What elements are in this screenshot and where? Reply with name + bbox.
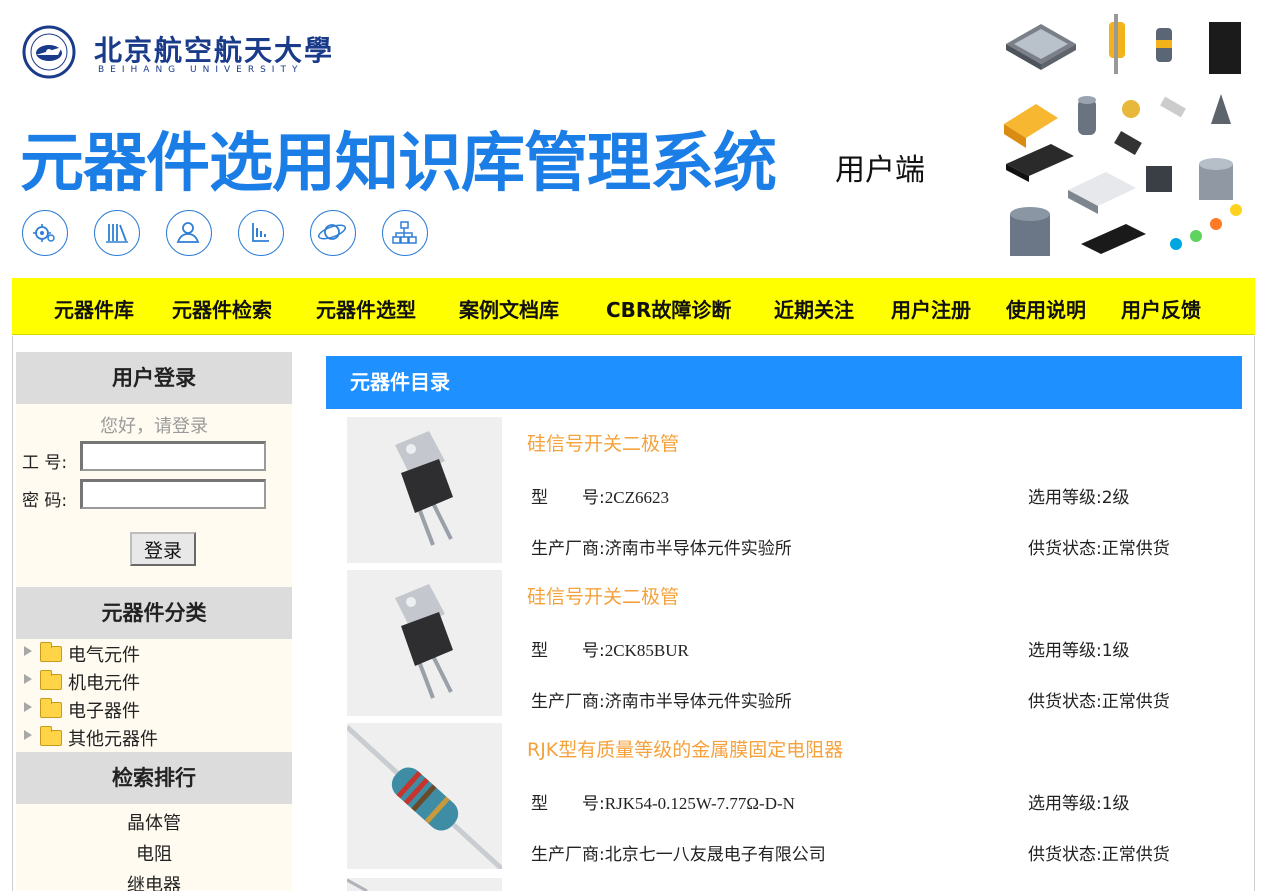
maker-value: 济南市半导体元件实验所: [604, 539, 792, 559]
ranking-item-resistor[interactable]: 电阻: [16, 839, 292, 870]
component-title[interactable]: RJK型有质量等级的金属膜固定电阻器: [527, 735, 843, 762]
component-title[interactable]: 硅信号开关二极管: [527, 429, 679, 456]
grade-value: 1级: [1101, 794, 1130, 814]
electronic-components-illustration: [1004, 14, 1242, 256]
logo-english-name: BEIHANG UNIVERSITY: [98, 65, 304, 75]
expand-arrow-icon[interactable]: [24, 702, 32, 712]
client-subtitle: 用户端: [835, 153, 925, 188]
component-image-to220-diode[interactable]: [347, 417, 502, 563]
logo-chinese-name: 北京航空航天大學: [94, 34, 335, 67]
model-value: 2CZ6623: [604, 488, 669, 507]
maker-label: 生产厂商:: [531, 539, 605, 559]
search-ranking-list: 晶体管 电阻 继电器: [16, 808, 292, 891]
ranking-item-transistor[interactable]: 晶体管: [16, 808, 292, 839]
nav-user-feedback[interactable]: 用户反馈: [1121, 294, 1201, 323]
supply-value: 正常供货: [1101, 845, 1170, 865]
tree-item-other[interactable]: 其他元器件: [22, 724, 282, 752]
employee-id-label: 工 号:: [22, 453, 68, 473]
catalog-heading: 元器件目录: [326, 356, 1242, 409]
maker-label: 生产厂商:: [531, 692, 605, 712]
component-image-to220-diode[interactable]: [347, 570, 502, 716]
component-card: 硅信号开关二极管 型 号:2CK85BUR 选用等级:1级 生产厂商:济南市半导…: [347, 570, 1242, 716]
category-tree: 电气元件 机电元件 电子器件 其他元器件: [22, 640, 282, 752]
component-image-partial[interactable]: [347, 878, 502, 891]
expand-arrow-icon[interactable]: [24, 730, 32, 740]
login-section-title: 用户登录: [16, 352, 292, 404]
login-greeting: 您好，请登录: [100, 416, 208, 437]
header-icon-row: [22, 210, 442, 262]
tree-item-electronic[interactable]: 电子器件: [22, 696, 282, 724]
expand-arrow-icon[interactable]: [24, 646, 32, 656]
maker-value: 北京七一八友晟电子有限公司: [604, 845, 826, 865]
university-logo[interactable]: 北京航空航天大學 BEIHANG UNIVERSITY: [22, 25, 362, 85]
model-label: 型 号:: [531, 641, 605, 661]
nav-user-register[interactable]: 用户注册: [891, 294, 971, 323]
supply-value: 正常供货: [1101, 539, 1170, 559]
chart-icon[interactable]: [238, 210, 284, 256]
sitemap-icon[interactable]: [382, 210, 428, 256]
password-input[interactable]: [80, 479, 266, 509]
grade-label: 选用等级:: [1028, 488, 1102, 508]
university-seal-icon: [22, 25, 76, 79]
nav-component-selection[interactable]: 元器件选型: [316, 294, 416, 323]
grade-value: 2级: [1101, 488, 1130, 508]
maker-label: 生产厂商:: [531, 845, 605, 865]
tree-item-electrical[interactable]: 电气元件: [22, 640, 282, 668]
sidebar: 用户登录 您好，请登录 工 号: 密 码: 登录 元器件分类 电气元件 机电元件…: [16, 352, 292, 891]
category-section-title: 元器件分类: [16, 587, 292, 639]
model-label: 型 号:: [531, 488, 605, 508]
grade-label: 选用等级:: [1028, 641, 1102, 661]
nav-cbr-diagnosis[interactable]: CBR故障诊断: [606, 294, 731, 323]
tree-item-label: 电气元件: [68, 645, 140, 666]
planet-icon[interactable]: [310, 210, 356, 256]
main-navigation: 元器件库 元器件检索 元器件选型 案例文档库 CBR故障诊断 近期关注 用户注册…: [12, 278, 1255, 335]
expand-arrow-icon[interactable]: [24, 674, 32, 684]
folder-icon: [40, 670, 62, 690]
password-label: 密 码:: [22, 491, 68, 511]
component-card: RJK型有质量等级的金属膜固定电阻器 型 号:RJK54-0.125W-7.77…: [347, 723, 1242, 869]
folder-icon: [40, 726, 62, 746]
nav-component-library[interactable]: 元器件库: [54, 294, 134, 323]
nav-component-search[interactable]: 元器件检索: [172, 294, 272, 323]
ranking-item-relay[interactable]: 继电器: [16, 870, 292, 891]
folder-icon: [40, 698, 62, 718]
grade-label: 选用等级:: [1028, 794, 1102, 814]
component-image-resistor[interactable]: [347, 723, 502, 869]
folder-icon: [40, 642, 62, 662]
tree-item-label: 电子器件: [68, 701, 140, 722]
component-card: 硅信号开关二极管 型 号:2CZ6623 选用等级:2级 生产厂商:济南市半导体…: [347, 417, 1242, 563]
login-button[interactable]: 登录: [130, 532, 196, 566]
nav-recent-focus[interactable]: 近期关注: [774, 294, 854, 323]
nav-case-documents[interactable]: 案例文档库: [459, 294, 559, 323]
tree-item-label: 机电元件: [68, 673, 140, 694]
nav-user-guide[interactable]: 使用说明: [1006, 294, 1086, 323]
books-icon[interactable]: [94, 210, 140, 256]
model-value: RJK54-0.125W-7.77Ω-D-N: [604, 794, 795, 813]
supply-label: 供货状态:: [1028, 845, 1102, 865]
tree-item-electromechanical[interactable]: 机电元件: [22, 668, 282, 696]
model-label: 型 号:: [531, 794, 605, 814]
gear-icon[interactable]: [22, 210, 68, 256]
user-icon[interactable]: [166, 210, 212, 256]
page-header: 北京航空航天大學 BEIHANG UNIVERSITY 元器件选用知识库管理系统…: [0, 0, 1269, 278]
component-title[interactable]: 硅信号开关二极管: [527, 582, 679, 609]
supply-label: 供货状态:: [1028, 539, 1102, 559]
supply-label: 供货状态:: [1028, 692, 1102, 712]
ranking-section-title: 检索排行: [16, 752, 292, 804]
model-value: 2CK85BUR: [604, 641, 689, 660]
tree-item-label: 其他元器件: [68, 729, 158, 750]
maker-value: 济南市半导体元件实验所: [604, 692, 792, 712]
system-title: 元器件选用知识库管理系统: [20, 127, 777, 201]
supply-value: 正常供货: [1101, 692, 1170, 712]
grade-value: 1级: [1101, 641, 1130, 661]
employee-id-input[interactable]: [80, 441, 266, 471]
